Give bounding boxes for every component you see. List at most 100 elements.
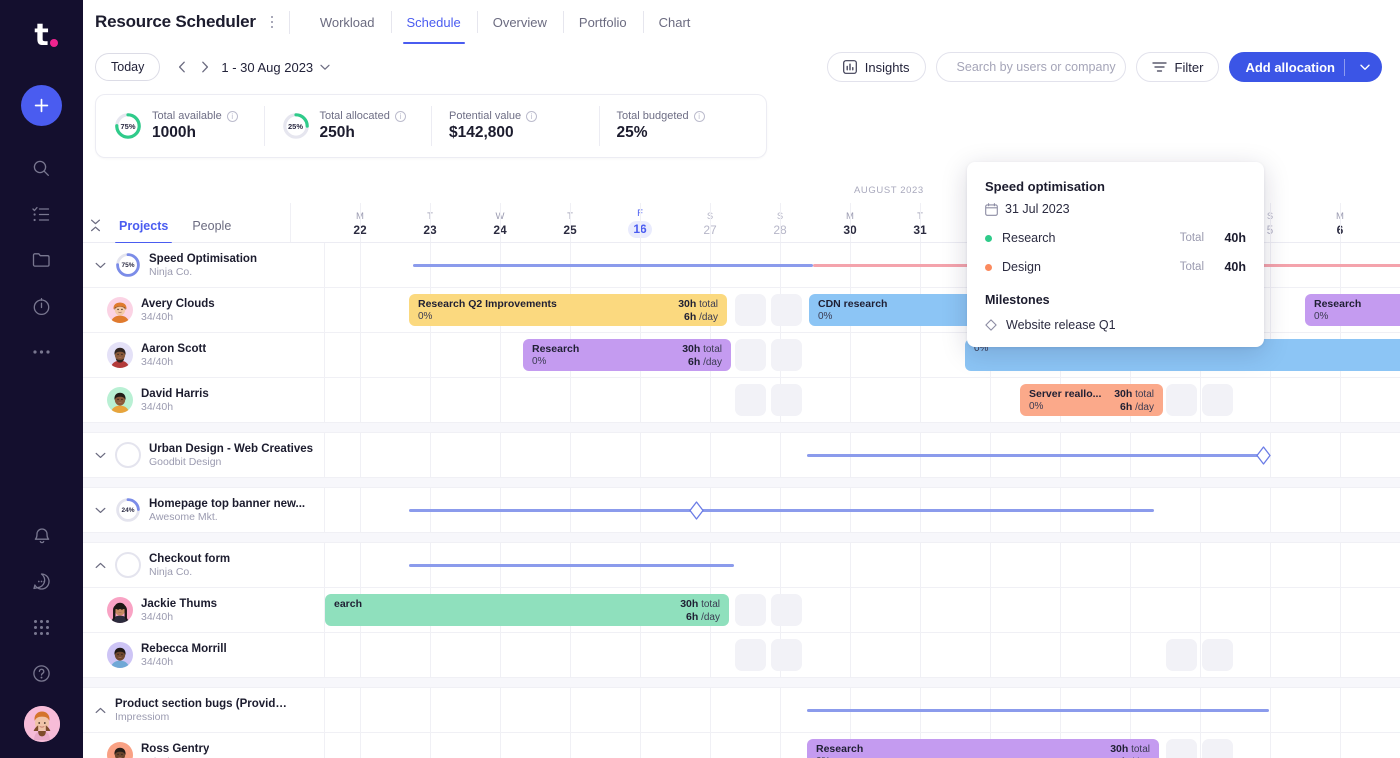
row-expand-toggle[interactable] <box>93 452 107 459</box>
allocation-bar[interactable]: Research0%30h total6h /day <box>807 739 1159 758</box>
allocation-bar[interactable]: Research0%30h total6h /day <box>523 339 731 371</box>
timer-icon[interactable] <box>0 283 83 329</box>
prev-period-button[interactable] <box>172 56 192 78</box>
weekend-cell[interactable] <box>735 384 766 416</box>
weekend-cell[interactable] <box>771 294 802 326</box>
project-row[interactable]: Checkout formNinja Co. <box>83 543 1400 588</box>
project-timeline-bar[interactable] <box>807 709 1269 712</box>
row-timeline-track[interactable] <box>325 688 1400 732</box>
project-row[interactable]: 24%Homepage top banner new...Awesome Mkt… <box>83 488 1400 533</box>
info-icon[interactable]: i <box>694 111 705 122</box>
weekend-cell[interactable] <box>771 594 802 626</box>
avatar[interactable] <box>107 742 133 758</box>
avatar[interactable] <box>24 706 60 742</box>
more-icon[interactable] <box>0 329 83 375</box>
row-timeline-track[interactable] <box>325 543 1400 587</box>
row-expand-toggle[interactable] <box>93 507 107 514</box>
apps-grid-icon[interactable] <box>0 604 83 650</box>
date-nav <box>172 56 215 78</box>
column-divider <box>1340 688 1341 732</box>
weekend-cell[interactable] <box>735 639 766 671</box>
search-icon[interactable] <box>0 145 83 191</box>
tab-overview[interactable]: Overview <box>477 0 563 44</box>
row-timeline-track[interactable]: Server reallo...0%30h total6h /day <box>325 378 1400 422</box>
weekend-cell[interactable] <box>771 339 802 371</box>
tab-schedule[interactable]: Schedule <box>391 0 477 44</box>
project-timeline-bar[interactable] <box>413 264 813 267</box>
chat-icon[interactable] <box>0 558 83 604</box>
popover-title: Speed optimisation <box>985 179 1246 194</box>
weekend-cell[interactable] <box>1202 639 1233 671</box>
help-icon[interactable] <box>0 650 83 696</box>
project-timeline-bar[interactable] <box>409 564 734 567</box>
insights-button[interactable]: Insights <box>827 52 926 82</box>
person-row[interactable]: Jackie Thums34/40hearch30h total6h /day <box>83 588 1400 633</box>
stat-text: Total allocatedi250h <box>320 110 406 142</box>
person-hours: 34/40h <box>141 656 227 668</box>
next-period-button[interactable] <box>195 56 215 78</box>
avatar[interactable] <box>107 642 133 668</box>
milestone-diamond-icon[interactable] <box>689 501 704 520</box>
column-divider <box>640 378 641 422</box>
person-row[interactable]: Rebecca Morrill34/40h <box>83 633 1400 678</box>
logo[interactable]: t <box>22 18 62 54</box>
info-icon[interactable]: i <box>395 111 406 122</box>
allocation-bar[interactable]: Server reallo...0%30h total6h /day <box>1020 384 1163 416</box>
weekend-cell[interactable] <box>771 384 802 416</box>
weekend-cell[interactable] <box>1166 739 1197 758</box>
chevron-left-icon <box>178 61 186 73</box>
kebab-menu-icon[interactable] <box>265 12 279 32</box>
tab-workload[interactable]: Workload <box>304 0 391 44</box>
project-row[interactable]: Urban Design - Web CreativesGoodbit Desi… <box>83 433 1400 478</box>
tasks-icon[interactable] <box>0 191 83 237</box>
row-expand-toggle[interactable] <box>93 262 107 269</box>
avatar[interactable] <box>107 342 133 368</box>
date-range-selector[interactable]: 1 - 30 Aug 2023 <box>221 60 330 75</box>
row-timeline-track[interactable] <box>325 488 1400 532</box>
project-timeline-bar[interactable] <box>807 454 1269 457</box>
popover-milestone-row[interactable]: Website release Q1 <box>985 318 1246 332</box>
weekend-cell[interactable] <box>1202 739 1233 758</box>
segment-projects[interactable]: Projects <box>107 219 180 243</box>
day-column-7[interactable]: T7 <box>1375 210 1400 238</box>
weekend-cell[interactable] <box>1202 384 1233 416</box>
row-timeline-track[interactable]: Research0%30h total6h /day <box>325 733 1400 758</box>
avatar[interactable] <box>107 387 133 413</box>
row-timeline-track[interactable]: earch30h total6h /day <box>325 588 1400 632</box>
project-row[interactable]: Product section bugs (Provided by...Impr… <box>83 688 1400 733</box>
weekend-cell[interactable] <box>1166 639 1197 671</box>
tab-chart[interactable]: Chart <box>643 0 707 44</box>
bell-icon[interactable] <box>0 512 83 558</box>
person-row[interactable]: David Harris34/40hServer reallo...0%30h … <box>83 378 1400 423</box>
allocation-bar[interactable]: earch30h total6h /day <box>325 594 729 626</box>
search-input[interactable]: Search by users or company <box>936 52 1126 82</box>
weekend-cell[interactable] <box>771 639 802 671</box>
folder-icon[interactable] <box>0 237 83 283</box>
collapse-all-icon[interactable] <box>83 219 107 243</box>
add-allocation-dropdown[interactable] <box>1354 64 1376 71</box>
project-timeline-bar[interactable] <box>409 509 1154 512</box>
avatar[interactable] <box>107 297 133 323</box>
column-divider <box>990 588 991 632</box>
milestone-diamond-icon[interactable] <box>1256 446 1271 465</box>
weekend-cell[interactable] <box>1166 384 1197 416</box>
row-timeline-track[interactable] <box>325 433 1400 477</box>
weekend-cell[interactable] <box>735 339 766 371</box>
avatar[interactable] <box>107 597 133 623</box>
filter-button[interactable]: Filter <box>1136 52 1220 82</box>
row-expand-toggle[interactable] <box>93 562 107 569</box>
today-button[interactable]: Today <box>95 53 160 81</box>
row-timeline-track[interactable] <box>325 633 1400 677</box>
weekend-cell[interactable] <box>735 294 766 326</box>
segment-people[interactable]: People <box>180 219 243 243</box>
row-expand-toggle[interactable] <box>93 707 107 714</box>
add-button[interactable] <box>21 85 62 126</box>
info-icon[interactable]: i <box>227 111 238 122</box>
allocation-bar[interactable]: Research0% <box>1305 294 1400 326</box>
info-icon[interactable]: i <box>526 111 537 122</box>
add-allocation-button[interactable]: Add allocation <box>1229 52 1382 82</box>
weekend-cell[interactable] <box>735 594 766 626</box>
person-row[interactable]: Ross Gentry34/40hResearch0%30h total6h /… <box>83 733 1400 758</box>
allocation-bar[interactable]: Research Q2 Improvements0%30h total6h /d… <box>409 294 727 326</box>
tab-portfolio[interactable]: Portfolio <box>563 0 643 44</box>
